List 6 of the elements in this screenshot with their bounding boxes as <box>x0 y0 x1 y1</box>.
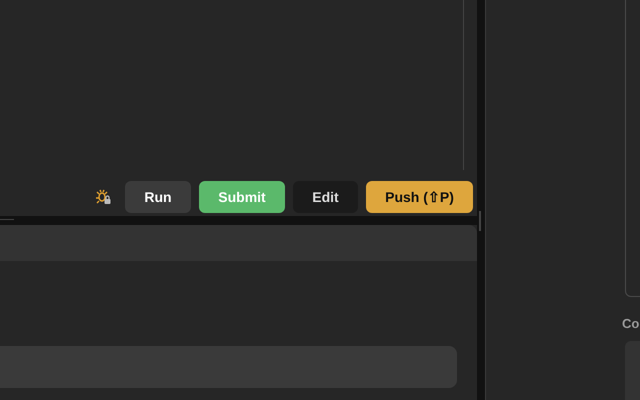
toolbar-button[interactable]: Edit <box>293 181 358 213</box>
bug-lock-icon[interactable] <box>95 189 111 205</box>
toolbar-button[interactable]: Run <box>125 181 191 213</box>
resize-handle[interactable] <box>479 211 481 231</box>
section-label: Co <box>622 316 640 331</box>
push-button[interactable]: Push (⇧P) <box>366 181 473 213</box>
